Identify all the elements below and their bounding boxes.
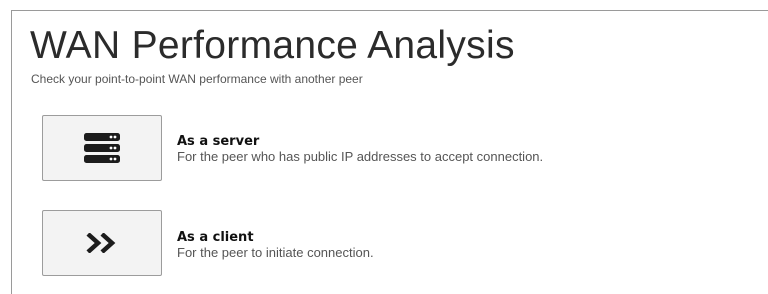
client-option-description: For the peer to initiate connection. [177,245,374,260]
client-option[interactable]: As a client For the peer to initiate con… [42,210,682,278]
page-title: WAN Performance Analysis [30,24,515,67]
server-option[interactable]: As a server For the peer who has public … [42,115,682,183]
server-mode-button[interactable] [42,115,162,181]
client-option-label: As a client [177,230,254,245]
server-icon [84,133,120,163]
client-option-text: As a client For the peer to initiate con… [177,230,374,260]
server-option-description: For the peer who has public IP addresses… [177,149,544,164]
double-chevron-right-icon [86,233,116,253]
client-mode-button[interactable] [42,210,162,276]
server-option-label: As a server [177,134,260,149]
server-option-text: As a server For the peer who has public … [177,134,543,164]
page-subtitle: Check your point-to-point WAN performanc… [31,72,363,86]
